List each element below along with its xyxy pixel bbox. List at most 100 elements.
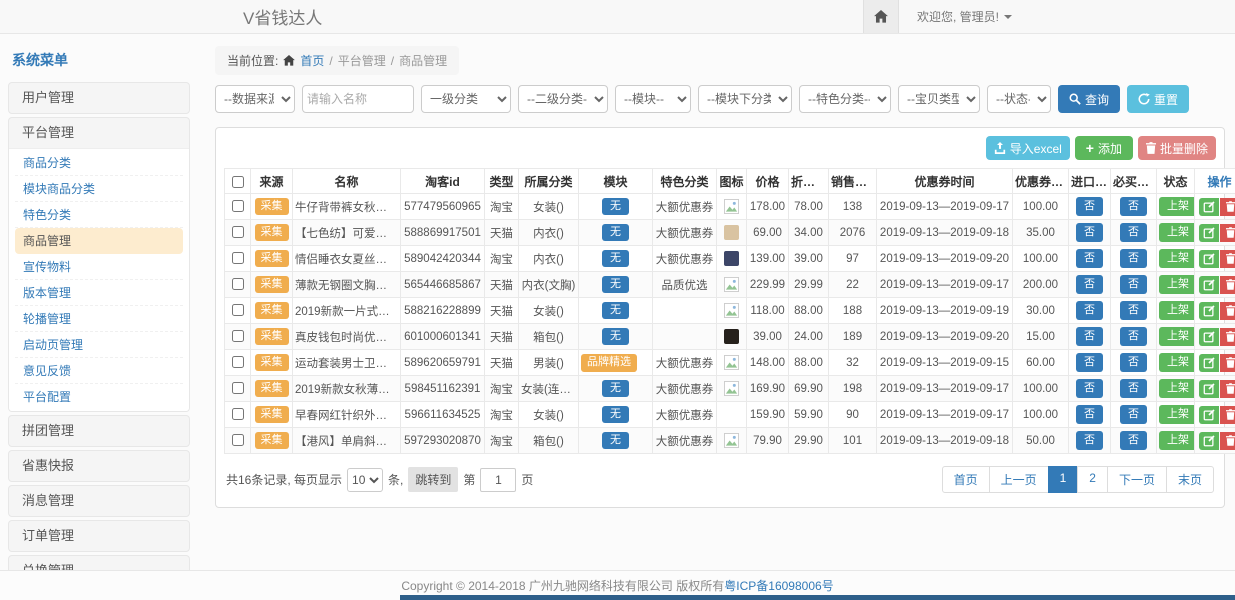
import-select-toggle[interactable]: 否 — [1076, 275, 1103, 293]
import-select-toggle[interactable]: 否 — [1076, 405, 1103, 423]
import-select-toggle[interactable]: 否 — [1076, 223, 1103, 241]
delete-button[interactable] — [1220, 432, 1235, 450]
pager-item[interactable]: 1 — [1048, 466, 1079, 493]
edit-button[interactable] — [1199, 198, 1219, 216]
filter-select-module[interactable]: --模块-- — [615, 85, 691, 113]
delete-button[interactable] — [1220, 302, 1235, 320]
delete-button[interactable] — [1220, 406, 1235, 424]
delete-button[interactable] — [1220, 328, 1235, 346]
import-select-toggle[interactable]: 否 — [1076, 379, 1103, 397]
import-select-toggle[interactable]: 否 — [1076, 301, 1103, 319]
row-checkbox[interactable] — [232, 434, 244, 446]
filter-input-name-keyword[interactable] — [302, 85, 414, 113]
home-button[interactable] — [863, 0, 899, 33]
sidebar-item[interactable]: 消息管理 — [9, 486, 189, 516]
status-button[interactable]: 上架 — [1159, 327, 1195, 345]
import-select-toggle[interactable]: 否 — [1076, 197, 1103, 215]
status-button[interactable]: 上架 — [1159, 353, 1195, 371]
pager-item[interactable]: 2 — [1077, 466, 1108, 493]
edit-button[interactable] — [1199, 250, 1219, 268]
status-button[interactable]: 上架 — [1159, 249, 1195, 267]
must-buy-toggle[interactable]: 否 — [1120, 353, 1147, 371]
sidebar-subitem[interactable]: 意见反馈 — [15, 358, 183, 384]
status-button[interactable]: 上架 — [1159, 301, 1195, 319]
must-buy-toggle[interactable]: 否 — [1120, 327, 1147, 345]
delete-button[interactable] — [1220, 354, 1235, 372]
jump-page-input[interactable] — [480, 468, 516, 492]
import-select-toggle[interactable]: 否 — [1076, 431, 1103, 449]
batch-delete-button[interactable]: 批量删除 — [1138, 136, 1216, 160]
sidebar-item[interactable]: 平台管理 — [9, 118, 189, 148]
must-buy-toggle[interactable]: 否 — [1120, 249, 1147, 267]
sidebar-subitem[interactable]: 模块商品分类 — [15, 176, 183, 202]
must-buy-toggle[interactable]: 否 — [1120, 197, 1147, 215]
must-buy-toggle[interactable]: 否 — [1120, 405, 1147, 423]
sidebar-subitem[interactable]: 商品管理 — [15, 228, 183, 254]
sidebar-subitem[interactable]: 平台配置 — [15, 384, 183, 410]
must-buy-toggle[interactable]: 否 — [1120, 275, 1147, 293]
filter-select-level2-category[interactable]: --二级分类-- — [518, 85, 608, 113]
edit-button[interactable] — [1199, 354, 1219, 372]
edit-button[interactable] — [1199, 328, 1219, 346]
pager-item[interactable]: 下一页 — [1107, 466, 1167, 493]
filter-select-data-source[interactable]: --数据来源-- — [215, 85, 295, 113]
sidebar-item[interactable]: 订单管理 — [9, 521, 189, 551]
status-button[interactable]: 上架 — [1159, 223, 1195, 241]
row-checkbox[interactable] — [232, 200, 244, 212]
delete-button[interactable] — [1220, 250, 1235, 268]
must-buy-toggle[interactable]: 否 — [1120, 379, 1147, 397]
row-checkbox[interactable] — [232, 304, 244, 316]
row-checkbox[interactable] — [232, 330, 244, 342]
row-checkbox[interactable] — [232, 226, 244, 238]
pager-item[interactable]: 上一页 — [989, 466, 1049, 493]
row-checkbox[interactable] — [232, 278, 244, 290]
edit-button[interactable] — [1199, 224, 1219, 242]
must-buy-toggle[interactable]: 否 — [1120, 301, 1147, 319]
sidebar-subitem[interactable]: 版本管理 — [15, 280, 183, 306]
sidebar-subitem[interactable]: 轮播管理 — [15, 306, 183, 332]
import-select-toggle[interactable]: 否 — [1076, 327, 1103, 345]
import-select-toggle[interactable]: 否 — [1076, 249, 1103, 267]
import-select-toggle[interactable]: 否 — [1076, 353, 1103, 371]
select-all-checkbox[interactable] — [232, 176, 244, 188]
row-checkbox[interactable] — [232, 382, 244, 394]
reset-button[interactable]: 重置 — [1127, 85, 1189, 113]
must-buy-toggle[interactable]: 否 — [1120, 223, 1147, 241]
jump-button[interactable]: 跳转到 — [408, 467, 458, 492]
status-button[interactable]: 上架 — [1159, 405, 1195, 423]
delete-button[interactable] — [1220, 380, 1235, 398]
pager-item[interactable]: 首页 — [942, 466, 990, 493]
row-checkbox[interactable] — [232, 252, 244, 264]
add-button[interactable]: + 添加 — [1075, 136, 1133, 160]
sidebar-subitem[interactable]: 宣传物料 — [15, 254, 183, 280]
filter-select-item-type[interactable]: --宝贝类型-- — [898, 85, 980, 113]
search-button[interactable]: 查询 — [1058, 85, 1120, 113]
delete-button[interactable] — [1220, 198, 1235, 216]
edit-button[interactable] — [1199, 432, 1219, 450]
sidebar-item[interactable]: 兑换管理 — [9, 556, 189, 570]
edit-button[interactable] — [1199, 276, 1219, 294]
sidebar-item[interactable]: 省惠快报 — [9, 451, 189, 481]
delete-button[interactable] — [1220, 276, 1235, 294]
page-size-select[interactable]: 10 — [347, 468, 383, 492]
row-checkbox[interactable] — [232, 408, 244, 420]
filter-select-feature-category[interactable]: --特色分类-- — [799, 85, 891, 113]
icp-link[interactable]: 粤ICP备16098006号 — [724, 577, 833, 594]
must-buy-toggle[interactable]: 否 — [1120, 431, 1147, 449]
status-button[interactable]: 上架 — [1159, 431, 1195, 449]
edit-button[interactable] — [1199, 380, 1219, 398]
status-button[interactable]: 上架 — [1159, 275, 1195, 293]
sidebar-item[interactable]: 拼团管理 — [9, 416, 189, 446]
breadcrumb-home-link[interactable]: 首页 — [300, 52, 324, 69]
sidebar-subitem[interactable]: 商品分类 — [15, 150, 183, 176]
sidebar-subitem[interactable]: 启动页管理 — [15, 332, 183, 358]
status-button[interactable]: 上架 — [1159, 197, 1195, 215]
filter-select-module-subcategory[interactable]: --模块下分类-- — [698, 85, 792, 113]
edit-button[interactable] — [1199, 406, 1219, 424]
edit-button[interactable] — [1199, 302, 1219, 320]
filter-select-level1-category[interactable]: 一级分类 — [421, 85, 511, 113]
pager-item[interactable]: 末页 — [1166, 466, 1214, 493]
user-menu[interactable]: 欢迎您, 管理员! — [917, 8, 1012, 25]
delete-button[interactable] — [1220, 224, 1235, 242]
row-checkbox[interactable] — [232, 356, 244, 368]
